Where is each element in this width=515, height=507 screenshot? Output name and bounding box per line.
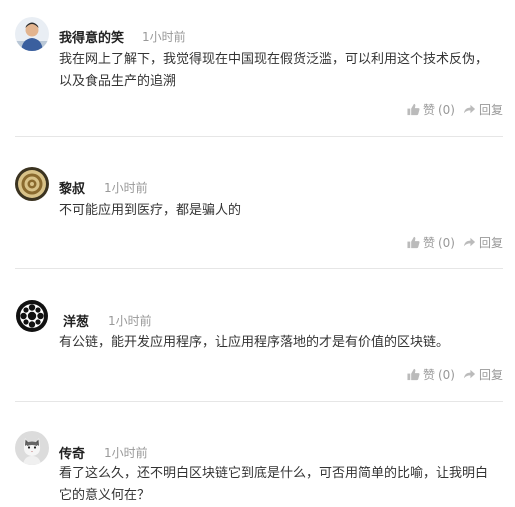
comment-text: 看了这么久，还不明白区块链它到底是什么，可否用简单的比喻，让我明白它的意义何在？ xyxy=(59,466,489,503)
comment-time: 1小时前 xyxy=(104,446,148,460)
commenter-name[interactable]: 黎叔 xyxy=(59,178,85,197)
avatar[interactable] xyxy=(15,431,49,465)
comment-text: 不可能应用到医疗，都是骗人的 xyxy=(59,203,242,218)
reply-arrow-icon xyxy=(463,104,476,114)
avatar[interactable] xyxy=(15,167,49,201)
reply-label: 回复 xyxy=(478,236,503,250)
commenter-name[interactable]: 传奇 xyxy=(59,443,85,462)
reply-button[interactable]: 回复 xyxy=(463,366,503,383)
like-button[interactable]: 赞 (0) xyxy=(407,101,455,118)
spiral-food-icon xyxy=(15,167,49,201)
comment-text: 我在网上了解下，我觉得现在中国现在假货泛滥，可以利用这个技术反伪，以及食品生产的… xyxy=(59,52,489,89)
comment-actions: 赞 (0) 回复 xyxy=(407,101,503,118)
reply-arrow-icon xyxy=(463,237,476,247)
divider xyxy=(15,401,503,402)
comment-text: 有公链，能开发应用程序，让应用程序落地的才是有价值的区块链。 xyxy=(59,335,450,350)
like-button[interactable]: 赞 (0) xyxy=(407,366,455,383)
like-label: 赞 xyxy=(422,103,435,117)
reply-label: 回复 xyxy=(478,103,503,117)
reply-button[interactable]: 回复 xyxy=(463,234,503,251)
divider xyxy=(15,268,503,269)
reply-arrow-icon xyxy=(463,369,476,379)
thumbs-up-icon xyxy=(407,368,420,381)
avatar[interactable] xyxy=(15,299,49,333)
thumbs-up-icon xyxy=(407,103,420,116)
commenter-name[interactable]: 洋葱 xyxy=(63,311,89,330)
like-count: (0) xyxy=(437,102,455,117)
cat-photo-icon xyxy=(15,431,49,465)
commenter-name[interactable]: 我得意的笑 xyxy=(59,27,124,46)
like-count: (0) xyxy=(437,235,455,250)
comment-time: 1小时前 xyxy=(104,181,148,195)
user-photo-icon xyxy=(15,17,49,51)
comment-time: 1小时前 xyxy=(142,30,186,44)
thumbs-up-icon xyxy=(407,236,420,249)
like-button[interactable]: 赞 (0) xyxy=(407,234,455,251)
comment-time: 1小时前 xyxy=(108,314,152,328)
flower-emblem-icon xyxy=(15,299,49,333)
like-label: 赞 xyxy=(422,368,435,382)
comment-actions: 赞 (0) 回复 xyxy=(407,366,503,383)
avatar[interactable] xyxy=(15,17,49,51)
divider xyxy=(15,136,503,137)
comment-actions: 赞 (0) 回复 xyxy=(407,234,503,251)
reply-button[interactable]: 回复 xyxy=(463,101,503,118)
reply-label: 回复 xyxy=(478,368,503,382)
like-label: 赞 xyxy=(422,236,435,250)
like-count: (0) xyxy=(437,367,455,382)
